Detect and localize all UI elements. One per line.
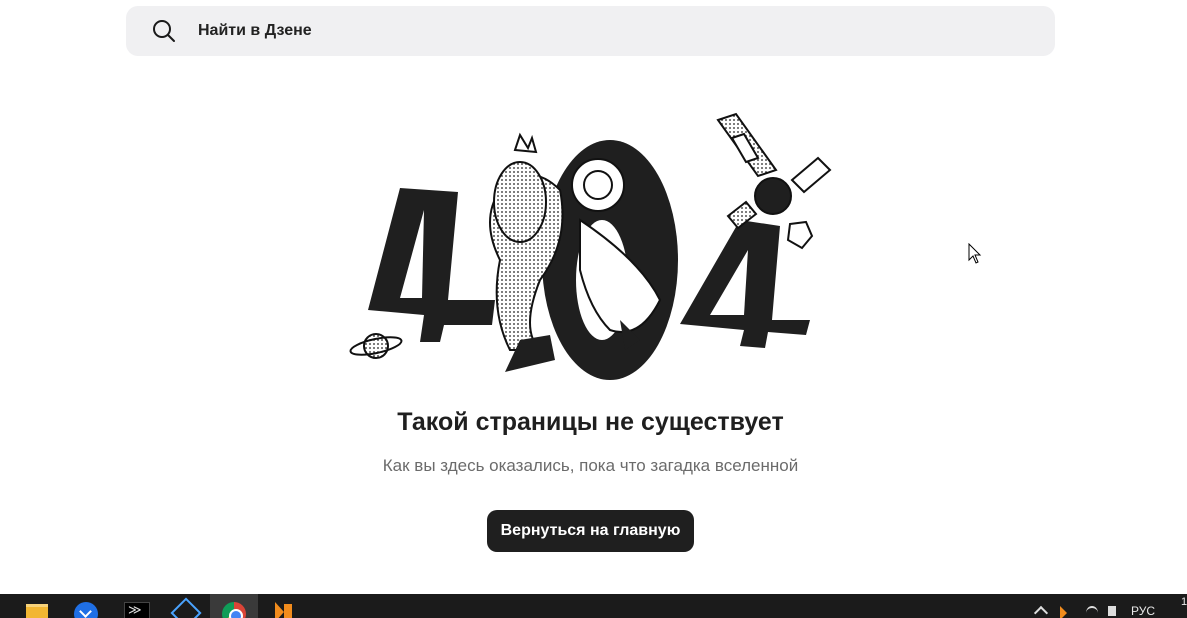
language-indicator[interactable]: РУС [1131, 604, 1155, 618]
search-input[interactable]: Найти в Дзене [198, 22, 312, 40]
terminal-icon[interactable]: ≫ [112, 594, 160, 618]
404-illustration [349, 112, 832, 380]
wifi-icon[interactable] [1086, 606, 1098, 618]
clock[interactable]: 1 [1181, 596, 1187, 608]
mouse-cursor-icon [968, 243, 982, 264]
volume-icon[interactable] [1108, 606, 1116, 616]
search-bar[interactable]: Найти в Дзене [126, 6, 1055, 56]
taskbar: ≫ РУС 1 [0, 594, 1187, 618]
chrome-icon[interactable] [210, 594, 258, 618]
tray-chevron-icon[interactable] [1033, 605, 1049, 618]
page-subtitle: Как вы здесь оказались, пока что загадка… [382, 456, 799, 475]
orange-app-icon[interactable] [260, 594, 308, 618]
search-icon [153, 20, 175, 42]
planet-icon [349, 333, 403, 359]
mail-icon[interactable] [62, 594, 110, 618]
tray-app-icon[interactable] [1060, 606, 1067, 618]
page-title: Такой страницы не существует [397, 408, 784, 436]
network-app-icon[interactable] [161, 594, 209, 618]
digit-four-left [368, 188, 495, 342]
file-explorer-icon[interactable] [13, 594, 61, 618]
back-home-button[interactable]: Вернуться на главную [487, 510, 694, 552]
